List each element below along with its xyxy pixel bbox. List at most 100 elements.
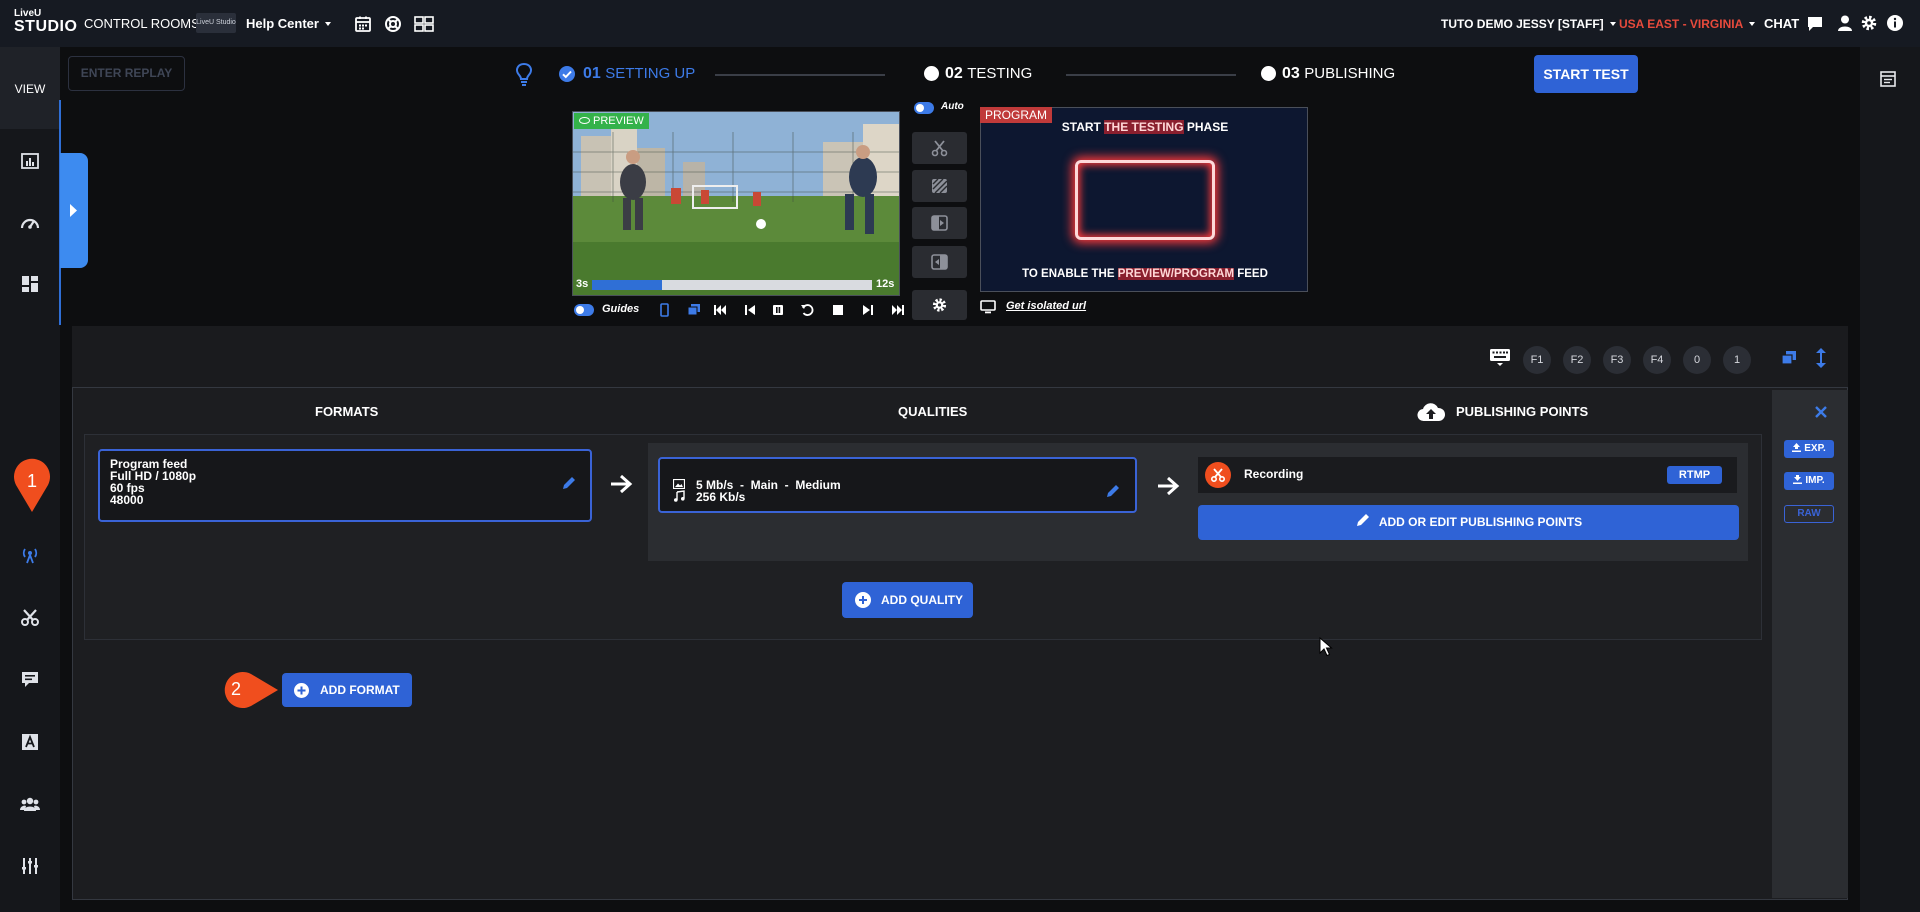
keyboard-icon[interactable] [1489, 347, 1511, 367]
step-forward-icon[interactable] [860, 302, 876, 318]
info-icon[interactable] [1886, 14, 1904, 32]
user-menu[interactable]: TUTO DEMO JESSY [STAFF] [1441, 17, 1616, 31]
mobile-icon[interactable] [656, 302, 672, 318]
switcher-settings-button[interactable] [912, 290, 967, 320]
add-edit-publishing-label: ADD OR EDIT PUBLISHING POINTS [1378, 515, 1583, 529]
enter-replay-button[interactable]: ENTER REPLAY [68, 56, 185, 91]
chat-link[interactable]: CHAT [1764, 16, 1799, 31]
chart-icon[interactable] [19, 150, 41, 172]
panel-side-actions [1772, 390, 1848, 898]
format-card[interactable]: Program feed Full HD / 1080p 60 fps 4800… [98, 449, 592, 522]
chat-bubble-icon[interactable] [1806, 15, 1824, 33]
gear-icon [932, 298, 947, 312]
step-setting-up[interactable]: 01 SETTING UP [583, 65, 695, 83]
chevron-down-icon [1749, 22, 1756, 26]
lifebuoy-icon[interactable] [384, 15, 402, 33]
preview-video-frame [573, 112, 899, 295]
help-center-dropdown[interactable]: Help Center [246, 16, 331, 31]
cut-icon[interactable] [19, 606, 41, 628]
preview-monitor[interactable] [572, 111, 900, 296]
guides-toggle[interactable] [574, 304, 594, 316]
program-tag: PROGRAM [980, 107, 1053, 123]
export-label: EXP. [1804, 443, 1826, 454]
add-format-label: ADD FORMAT [320, 683, 400, 697]
control-rooms-link[interactable]: CONTROL ROOMS [84, 16, 200, 31]
edit-format-pencil-icon[interactable] [561, 475, 577, 491]
replay-icon[interactable] [799, 302, 815, 318]
formats-column-header: FORMATS [315, 404, 379, 419]
sliders-icon[interactable] [19, 855, 41, 877]
subtitles-icon[interactable] [19, 668, 41, 690]
view-label[interactable]: VIEW [0, 47, 60, 129]
pause-icon[interactable] [770, 302, 786, 318]
chevron-right-icon [70, 204, 77, 217]
program-msg-part: START [1061, 120, 1105, 134]
resize-vertical-icon[interactable] [1814, 347, 1828, 369]
speedometer-icon[interactable] [19, 212, 41, 234]
hotkey-f3[interactable]: F3 [1603, 346, 1631, 374]
add-format-button[interactable]: ADD FORMAT [282, 673, 412, 707]
step-number: 02 [945, 65, 963, 82]
export-button[interactable]: EXP. [1784, 440, 1834, 458]
user-icon[interactable] [1836, 14, 1854, 32]
transition-wipe-button[interactable] [912, 170, 967, 202]
lightbulb-icon[interactable] [514, 62, 534, 86]
hotkey-0[interactable]: 0 [1683, 346, 1711, 374]
transition-cut-button[interactable] [912, 132, 967, 164]
quality-card[interactable]: 5 Mb/s - Main - Medium 256 Kb/s [658, 457, 1137, 513]
cloud-upload-icon [1416, 400, 1446, 424]
notes-icon[interactable] [1879, 70, 1897, 88]
transition-fade-button[interactable] [912, 246, 967, 278]
edit-quality-pencil-icon[interactable] [1105, 483, 1121, 499]
hotkey-f4[interactable]: F4 [1643, 346, 1671, 374]
preview-progress-bar[interactable] [592, 280, 872, 290]
step-number: 03 [1282, 65, 1300, 82]
hotkey-f1[interactable]: F1 [1523, 346, 1551, 374]
step-connector [715, 74, 885, 76]
get-isolated-url-link[interactable]: Get isolated url [1006, 300, 1086, 312]
liveu-studio-logo[interactable]: LiveU STUDIO [14, 9, 77, 37]
step-testing[interactable]: 02 TESTING [945, 65, 1032, 83]
users-icon[interactable] [19, 793, 41, 815]
add-quality-button[interactable]: ADD QUALITY [842, 582, 973, 618]
close-icon[interactable] [1814, 405, 1828, 419]
dashboard-icon[interactable] [19, 273, 41, 295]
hotkey-f2[interactable]: F2 [1563, 346, 1591, 374]
check-circle-icon [558, 65, 576, 83]
publishing-points-column-header: PUBLISHING POINTS [1456, 404, 1589, 419]
step-label: TESTING [967, 65, 1033, 82]
tutorial-marker-number: 2 [230, 679, 241, 699]
clone-icon[interactable] [686, 302, 702, 318]
format-resolution: Full HD / 1080p [110, 469, 197, 483]
add-edit-publishing-points-button[interactable]: ADD OR EDIT PUBLISHING POINTS [1198, 505, 1739, 540]
raw-button[interactable]: RAW [1784, 505, 1834, 523]
gear-icon[interactable] [1860, 14, 1878, 32]
region-menu[interactable]: USA EAST - VIRGINIA [1619, 17, 1756, 31]
step-circle-icon [1261, 66, 1276, 81]
stop-icon[interactable] [830, 302, 846, 318]
start-test-button[interactable]: START TEST [1534, 55, 1638, 93]
hotkey-1[interactable]: 1 [1723, 346, 1751, 374]
step-connector [1066, 74, 1236, 76]
cut-icon [931, 140, 948, 157]
qualities-column-header: QUALITIES [898, 404, 968, 419]
program-monitor[interactable]: START THE TESTING PHASE TO ENABLE THE PR… [980, 107, 1308, 292]
skip-start-icon[interactable] [712, 302, 728, 318]
plus-circle-icon [294, 683, 309, 698]
layout-icon[interactable] [414, 15, 434, 33]
publishing-point-name: Recording [1244, 467, 1304, 481]
help-center-thumbnail[interactable]: LiveU Studio [196, 13, 236, 33]
transition-slide-button[interactable] [912, 207, 967, 239]
clone-icon[interactable] [1780, 349, 1798, 367]
calendar-icon[interactable] [354, 15, 372, 33]
sidebar-expand-tab[interactable] [60, 153, 88, 268]
skip-end-icon[interactable] [890, 302, 906, 318]
auto-toggle[interactable] [914, 102, 934, 114]
step-back-icon[interactable] [742, 302, 758, 318]
broadcast-icon[interactable] [19, 544, 41, 566]
step-publishing[interactable]: 03 PUBLISHING [1282, 65, 1395, 83]
publishing-point-row[interactable]: Recording [1198, 457, 1737, 493]
text-icon[interactable] [19, 731, 41, 753]
preview-progress-fill [592, 280, 662, 290]
import-button[interactable]: IMP. [1784, 472, 1834, 490]
